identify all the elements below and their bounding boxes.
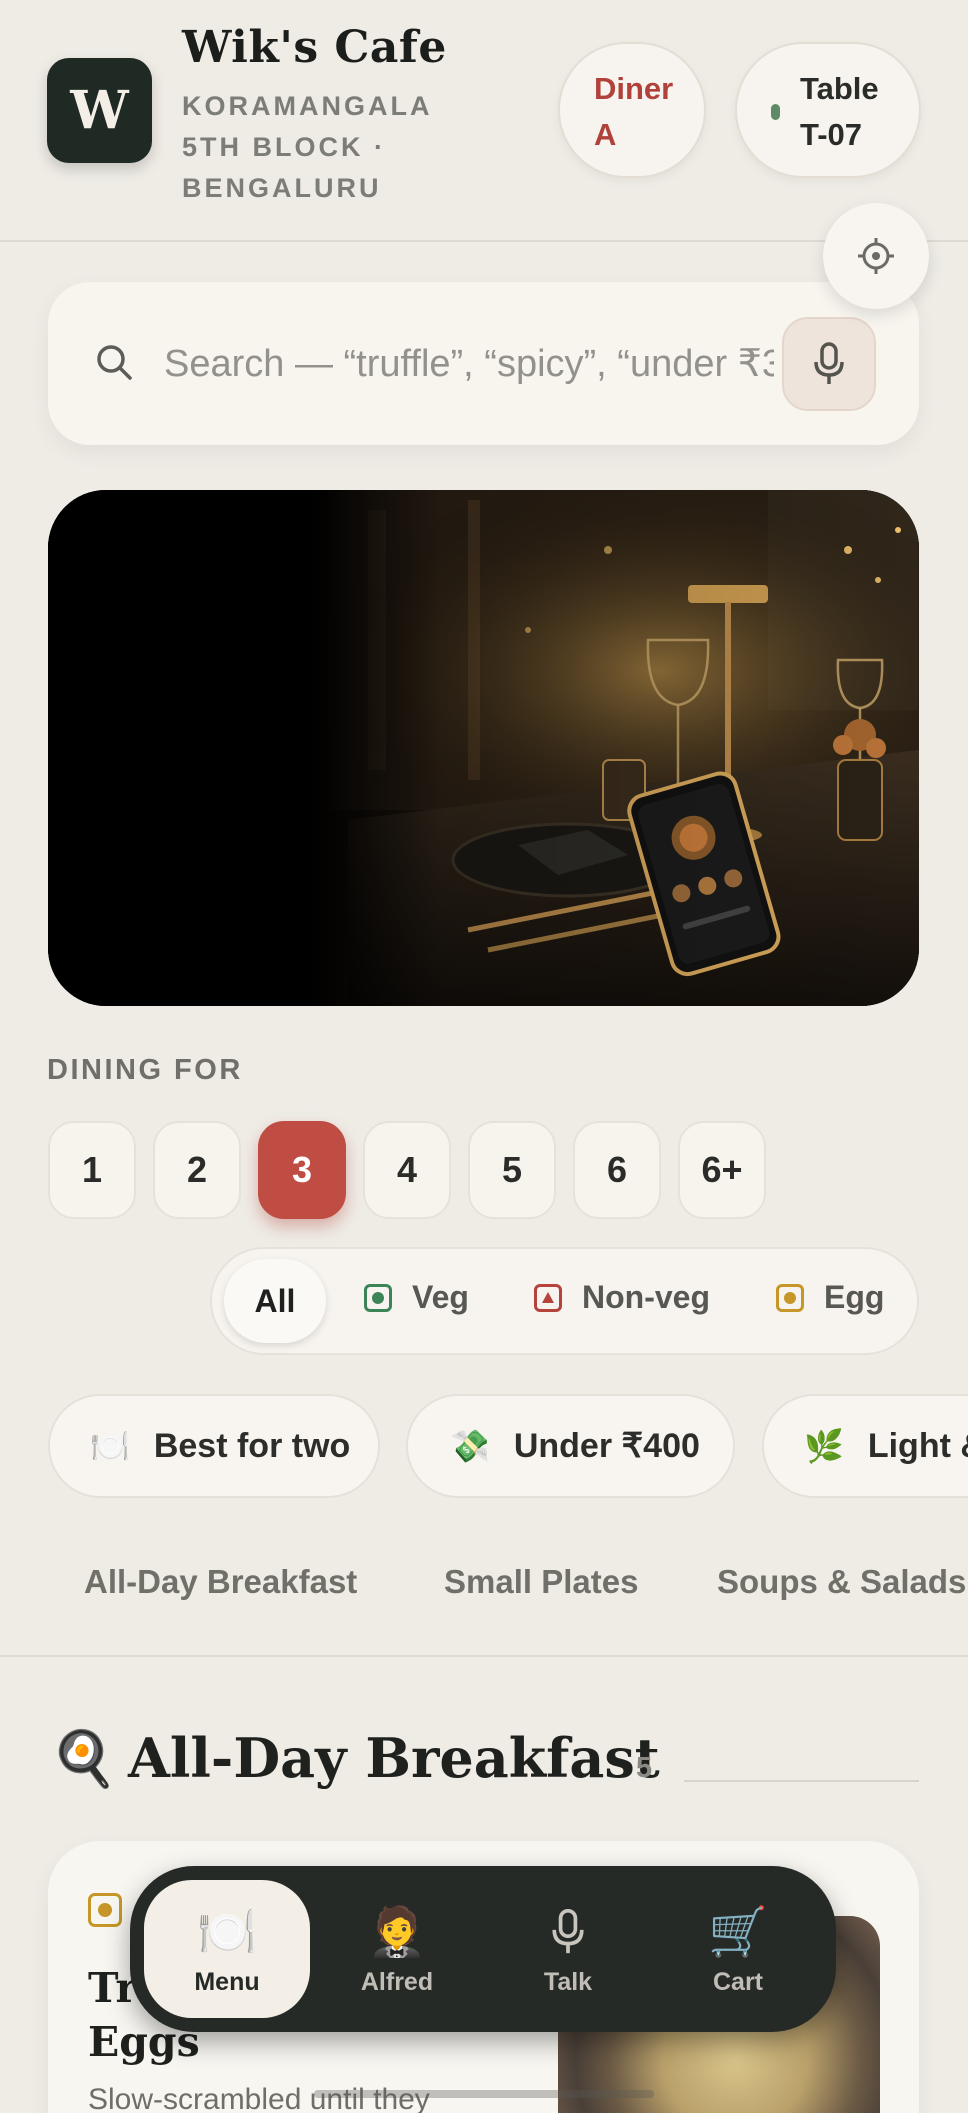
nav-cart[interactable]: 🛒 Cart [655, 1880, 821, 2018]
cafe-logo: W [47, 58, 152, 163]
bottom-navigation: 🍽️ Menu 🤵 Alfred Talk 🛒 Cart [130, 1866, 836, 2032]
section-title: All-Day Breakfast [128, 1726, 660, 1790]
cart-icon: 🛒 [708, 1906, 768, 1959]
nav-talk-label: Talk [543, 1967, 593, 1996]
party-size-6[interactable]: 6 [573, 1121, 661, 1219]
party-size-3[interactable]: 3 [258, 1121, 346, 1219]
diet-non-veg-label: Non-veg [582, 1279, 710, 1315]
nav-talk[interactable]: Talk [485, 1880, 651, 2018]
chip-label: Light & fresh [867, 1426, 968, 1465]
settings-button[interactable] [823, 203, 929, 309]
app-header: W Wik's Cafe KORAMANGALA 5TH BLOCK · BEN… [0, 0, 968, 242]
hero-banner-image [48, 490, 919, 1006]
plate-icon: 🍽️ [90, 1428, 130, 1464]
microphone-icon [814, 342, 844, 384]
chip-under-400[interactable]: 💸 Under ₹400 [406, 1394, 735, 1498]
money-icon: 💸 [450, 1428, 490, 1464]
nav-menu[interactable]: 🍽️ Menu [144, 1880, 310, 2018]
table-label: Table T-07 [800, 71, 879, 152]
party-size-1[interactable]: 1 [48, 1121, 136, 1219]
search-bar [48, 282, 919, 445]
diet-filter-veg[interactable]: Veg [364, 1279, 469, 1316]
egg-icon [776, 1283, 804, 1312]
frying-pan-icon: 🍳 [50, 1729, 118, 1789]
search-input[interactable] [164, 332, 774, 396]
diner-badge[interactable]: Diner A [558, 42, 706, 178]
diet-filter: All Veg Non-veg Egg [210, 1247, 919, 1355]
leaf-icon: 🌿 [804, 1428, 844, 1464]
dining-for-label: DINING FOR [47, 1054, 243, 1086]
microphone-icon [550, 1902, 586, 1962]
diet-filter-egg[interactable]: Egg [776, 1279, 884, 1316]
party-size-5[interactable]: 5 [468, 1121, 556, 1219]
gear-icon [858, 238, 894, 274]
logo-letter: W [70, 80, 129, 141]
party-size-2[interactable]: 2 [153, 1121, 241, 1219]
chip-light-fresh[interactable]: 🌿 Light & fresh [762, 1394, 968, 1498]
section-item-count: 5 [636, 1752, 653, 1784]
category-tabs: All-Day Breakfast Small Plates Soups & S… [0, 1535, 968, 1657]
cafe-location: KORAMANGALA 5TH BLOCK · BENGALURU [182, 91, 432, 203]
tab-soups-salads[interactable]: Soups & Salads [717, 1563, 966, 1601]
section-divider [684, 1780, 919, 1782]
restaurant-table-photo [48, 490, 919, 1006]
tab-all-day-breakfast[interactable]: All-Day Breakfast [84, 1563, 357, 1601]
nav-menu-label: Menu [194, 1967, 260, 1996]
diner-label: Diner A [594, 71, 674, 152]
voice-search-button[interactable] [782, 317, 876, 411]
party-size-6-plus[interactable]: 6+ [678, 1121, 766, 1219]
diet-veg-label: Veg [412, 1279, 469, 1315]
nav-alfred-label: Alfred [360, 1967, 434, 1996]
chip-label: Best for two [153, 1426, 351, 1465]
home-indicator [314, 2090, 654, 2098]
party-size-4[interactable]: 4 [363, 1121, 451, 1219]
table-badge[interactable]: Table T-07 [735, 42, 921, 178]
diet-egg-label: Egg [824, 1279, 885, 1315]
chip-label: Under ₹400 [513, 1427, 700, 1465]
search-icon [97, 345, 132, 380]
cafe-name: Wik's Cafe [182, 22, 447, 73]
nav-alfred[interactable]: 🤵 Alfred [314, 1880, 480, 2018]
chip-best-for-two[interactable]: 🍽️ Best for two [48, 1394, 380, 1498]
nav-cart-label: Cart [712, 1967, 763, 1996]
plate-icon: 🍽️ [197, 1906, 257, 1959]
veg-icon [364, 1283, 392, 1312]
egg-icon [88, 1893, 122, 1927]
tab-small-plates[interactable]: Small Plates [444, 1563, 638, 1601]
table-status-dot [771, 104, 780, 120]
diet-filter-non-veg[interactable]: Non-veg [534, 1279, 710, 1316]
diet-filter-all[interactable]: All [224, 1259, 326, 1343]
non-veg-icon [534, 1283, 562, 1312]
menu-item-description: Slow-scrambled until they [88, 2083, 430, 2113]
butler-icon: 🤵 [367, 1906, 427, 1959]
